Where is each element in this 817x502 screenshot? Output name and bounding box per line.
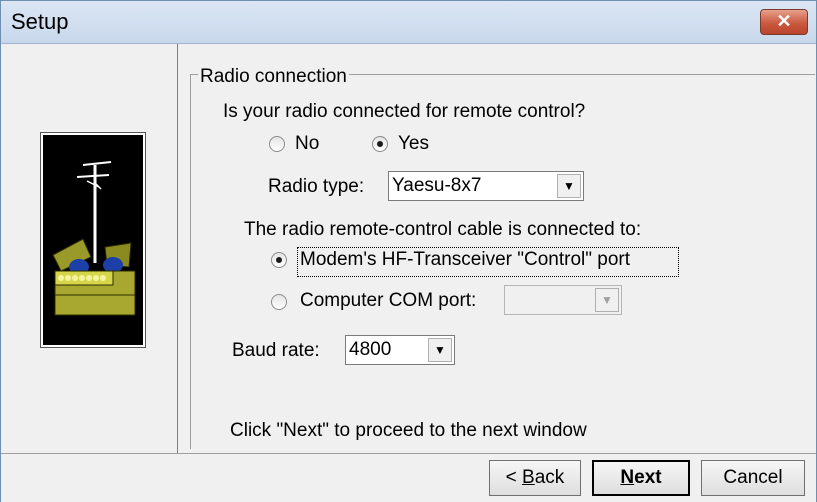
antenna-box-illustration (40, 132, 146, 348)
radio-modem-port[interactable] (271, 252, 287, 268)
next-hotkey: N (620, 467, 635, 488)
connection-question: Is your radio connected for remote contr… (223, 101, 586, 122)
radio-type-label: Radio type: (268, 176, 365, 197)
cable-question: The radio remote-control cable is connec… (244, 219, 642, 240)
baud-rate-dropdown[interactable]: 4800 ▼ (345, 335, 455, 365)
content-area: Radio connection Is your radio connected… (178, 44, 816, 453)
window-title: Setup (11, 9, 69, 34)
back-hotkey: B (522, 467, 535, 488)
setup-window: Setup ✕ Radio connection Is your radio c… (0, 0, 817, 502)
radio-com-port[interactable] (271, 294, 287, 310)
hint-text: Click "Next" to proceed to the next wind… (230, 420, 587, 441)
dropdown-arrow-icon[interactable]: ▼ (557, 174, 581, 198)
close-button[interactable]: ✕ (760, 9, 808, 35)
dropdown-arrow-icon[interactable]: ▼ (595, 288, 619, 312)
radio-com-port-label[interactable]: Computer COM port: (300, 290, 476, 312)
back-button[interactable]: < Back (489, 460, 581, 496)
baud-rate-label: Baud rate: (232, 340, 320, 361)
next-button[interactable]: Next (592, 460, 690, 496)
radio-yes-label[interactable]: Yes (398, 133, 429, 155)
radio-modem-port-label[interactable]: Modem's HF-Transceiver "Control" port (300, 249, 630, 271)
back-rest: ack (534, 467, 565, 488)
radio-no[interactable] (269, 136, 285, 152)
next-rest: ext (634, 467, 662, 488)
button-bar: < Back Next Cancel (1, 453, 816, 502)
com-port-dropdown[interactable]: ▼ (504, 285, 622, 315)
radio-modem-icon (43, 135, 143, 345)
radio-type-dropdown[interactable]: Yaesu-8x7 ▼ (388, 171, 584, 201)
baud-rate-value: 4800 (349, 339, 392, 360)
dropdown-arrow-icon[interactable]: ▼ (428, 338, 452, 362)
cancel-button[interactable]: Cancel (701, 460, 805, 496)
title-bar: Setup ✕ (1, 1, 816, 44)
group-legend: Radio connection (198, 66, 349, 88)
back-prefix: < (505, 467, 523, 488)
radio-yes[interactable] (372, 136, 388, 152)
radio-type-value: Yaesu-8x7 (392, 175, 482, 196)
close-icon: ✕ (776, 11, 792, 31)
left-panel (1, 44, 178, 453)
radio-no-label[interactable]: No (295, 133, 319, 155)
